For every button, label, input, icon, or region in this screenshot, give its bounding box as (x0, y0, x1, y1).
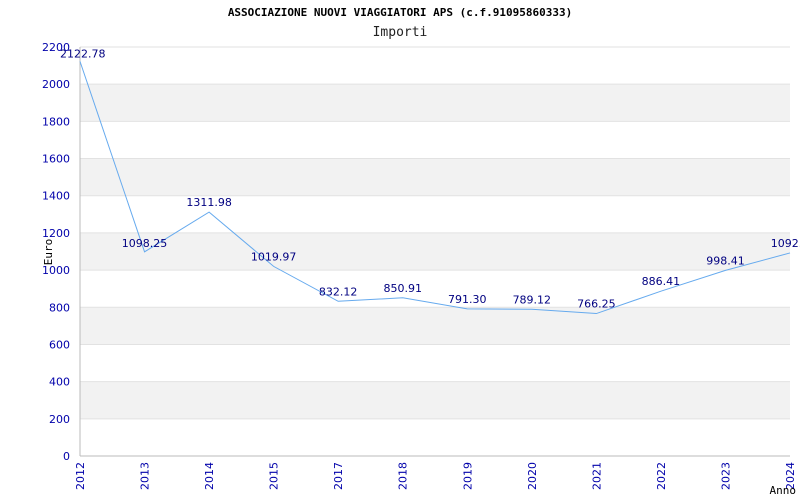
grid-band (80, 307, 790, 345)
x-tick-label: 2014 (203, 462, 216, 490)
line-chart: 0200400600800100012001400160018002000220… (42, 41, 800, 497)
y-tick-label: 800 (49, 301, 70, 314)
x-tick-label: 2012 (74, 462, 87, 490)
data-label: 2122.78 (60, 47, 106, 60)
x-tick-label: 2019 (461, 462, 474, 490)
y-tick-label: 1600 (42, 153, 70, 166)
data-label: 1092.3 (771, 237, 800, 250)
x-tick-label: 2022 (655, 462, 668, 490)
x-tick-label: 2021 (590, 462, 603, 490)
grid-band (80, 158, 790, 196)
grid-band (80, 381, 790, 419)
data-label: 1019.97 (251, 250, 297, 263)
y-axis-label: Euro (42, 239, 55, 266)
data-label: 998.41 (706, 254, 745, 267)
data-label: 850.91 (383, 282, 422, 295)
x-tick-label: 2020 (526, 462, 539, 490)
y-tick-label: 600 (49, 338, 70, 351)
grid-bands (80, 84, 790, 419)
y-tick-label: 1400 (42, 190, 70, 203)
y-tick-label: 0 (63, 450, 70, 463)
data-label: 1098.25 (122, 237, 168, 250)
data-label: 832.12 (319, 285, 358, 298)
x-tick-label: 2018 (397, 462, 410, 490)
y-tick-label: 1800 (42, 115, 70, 128)
x-tick-labels: 2012 2013 2014 2015 2017 2018 2019 2020 2021 2022… (74, 462, 797, 490)
x-tick-label: 2023 (719, 462, 732, 490)
y-tick-label: 1200 (42, 227, 70, 240)
data-label: 791.30 (448, 293, 487, 306)
grid-band (80, 232, 790, 271)
x-tick-label: 2015 (268, 462, 281, 490)
x-tick-label: 2017 (332, 462, 345, 490)
y-tick-label: 400 (49, 376, 70, 389)
grid-band (80, 84, 790, 122)
data-label: 789.12 (513, 293, 552, 306)
data-label: 766.25 (577, 298, 616, 311)
x-tick-label: 2013 (139, 462, 152, 490)
data-label: 886.41 (642, 275, 681, 288)
y-tick-label: 200 (49, 413, 70, 426)
y-tick-label: 2000 (42, 78, 70, 91)
x-axis-label: Anno (770, 484, 797, 497)
data-label: 1311.98 (186, 196, 232, 209)
